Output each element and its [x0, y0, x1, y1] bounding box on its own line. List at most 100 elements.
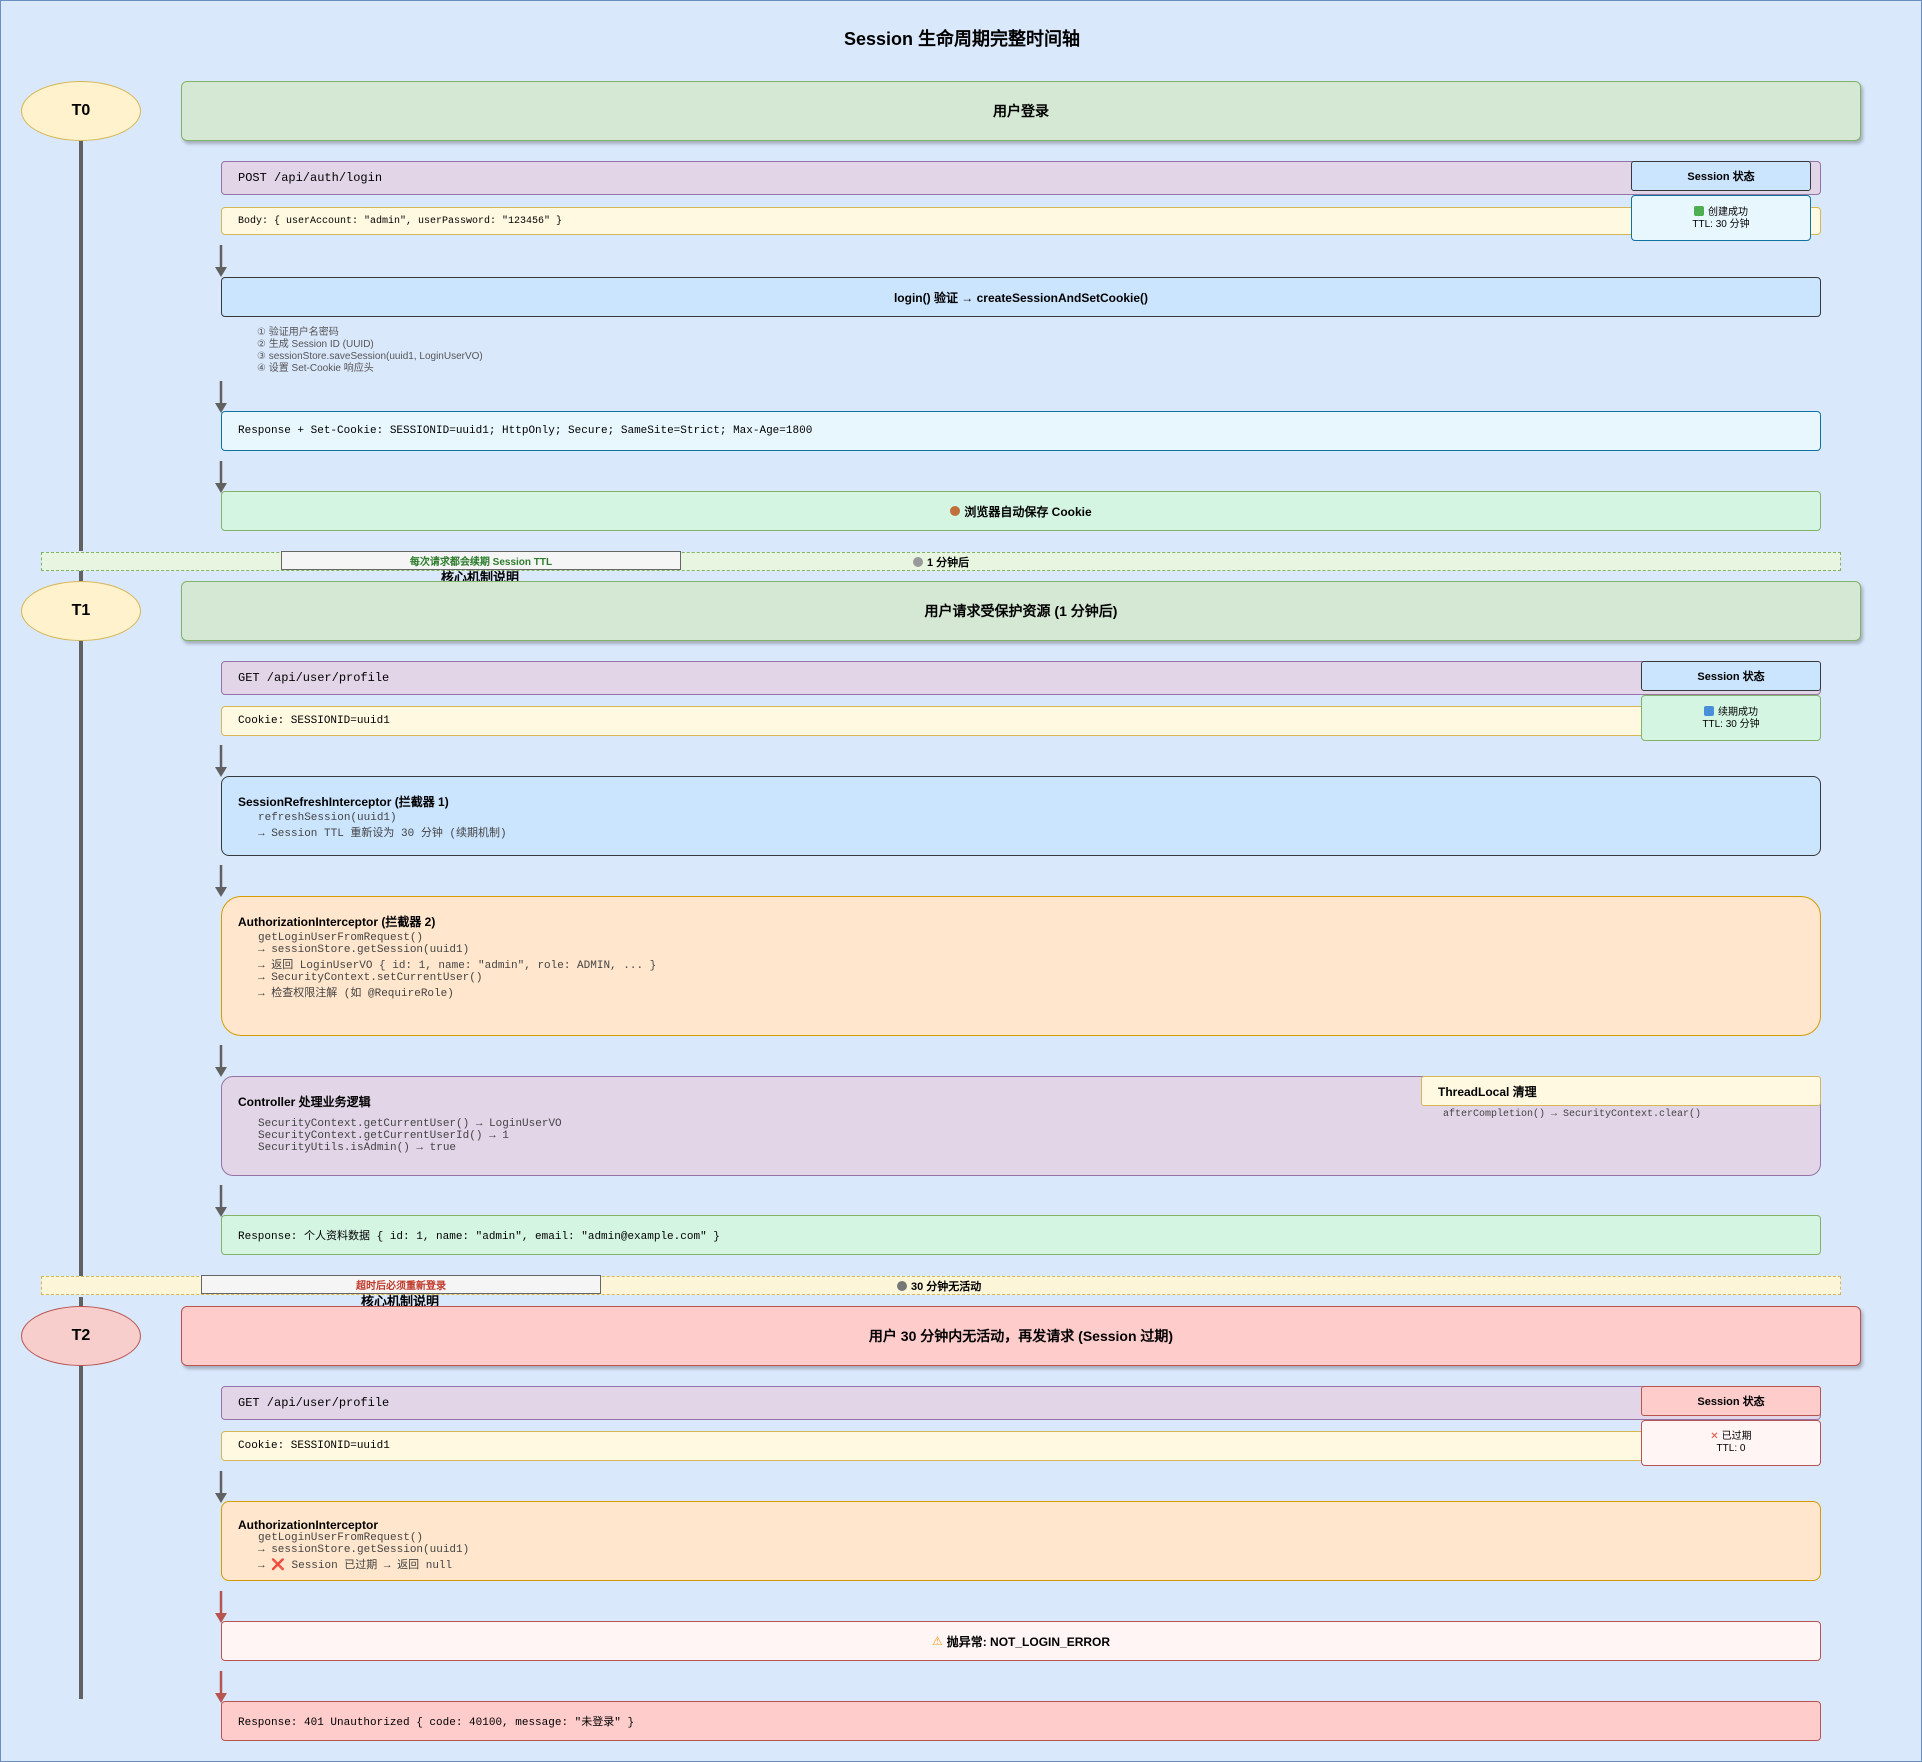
arrow-t1-1	[215, 745, 227, 777]
check-icon	[1694, 205, 1704, 216]
arrow-t2-1	[215, 1471, 227, 1503]
clock-icon	[913, 557, 923, 567]
t2-request-line: GET /api/user/profile	[221, 1386, 1821, 1420]
separator-2-label: 30 分钟无活动	[897, 1278, 981, 1294]
t0-step-4: ④ 设置 Set-Cookie 响应头	[257, 363, 374, 374]
t1-request-line: GET /api/user/profile	[221, 661, 1821, 695]
t0-login-service: login() 验证 → createSessionAndSetCookie()	[221, 277, 1821, 317]
t0-response-text: Response + Set-Cookie: SESSIONID=uuid1; …	[238, 425, 813, 437]
timeline-line-t1	[79, 571, 83, 1281]
t2-exception: ⚠ 抛异常: NOT_LOGIN_ERROR	[221, 1621, 1821, 1661]
t0-status-header-text: Session 状态	[1687, 171, 1755, 183]
t2-interceptor-line-2: → sessionStore.getSession(uuid1)	[258, 1544, 470, 1556]
timepoint-t0-label: T0	[71, 102, 91, 119]
t2-cookie-text: Cookie: SESSIONID=uuid1	[238, 1440, 390, 1452]
arrow-t0-1	[215, 245, 227, 277]
t1-interceptor1-line-2: → Session TTL 重新设为 30 分钟 (续期机制)	[258, 828, 507, 840]
t1-session-status-body: 续期成功 TTL: 30 分钟	[1641, 695, 1821, 741]
t1-interceptor2-line-5: → 检查权限注解 (如 @RequireRole)	[258, 988, 454, 1000]
diagram-canvas: Session 生命周期完整时间轴 T0 用户登录 POST /api/auth…	[0, 0, 1922, 1762]
phase-t2-expired: 用户 30 分钟内无活动，再发请求 (Session 过期)	[181, 1306, 1861, 1366]
t2-session-status-body: ✕ 已过期 TTL: 0	[1641, 1420, 1821, 1466]
phase-t1-label: 用户请求受保护资源 (1 分钟后)	[924, 603, 1118, 619]
t1-interceptor2-line-4: → SecurityContext.setCurrentUser()	[258, 972, 483, 984]
arrow-t1-3	[215, 1045, 227, 1077]
t2-request-cookie: Cookie: SESSIONID=uuid1	[221, 1431, 1821, 1461]
mechanism-note-timeout-text: 超时后必须重新登录	[356, 1281, 446, 1292]
phase-t0-label: 用户登录	[993, 103, 1049, 119]
t1-response: Response: 个人资料数据 { id: 1, name: "admin",…	[221, 1215, 1821, 1255]
t2-response: Response: 401 Unauthorized { code: 40100…	[221, 1701, 1821, 1741]
t1-interceptor2-title: AuthorizationInterceptor (拦截器 2)	[238, 915, 436, 929]
t1-status-header-text: Session 状态	[1697, 671, 1765, 683]
timeline-line-t0	[79, 141, 83, 551]
t0-request-body: Body: { userAccount: "admin", userPasswo…	[221, 207, 1821, 235]
mechanism-note-renew-text: 每次请求都会续期 Session TTL	[409, 557, 553, 568]
t1-status-line2: TTL: 30 分钟	[1702, 718, 1760, 730]
t2-interceptor-line-1: getLoginUserFromRequest()	[258, 1532, 424, 1544]
timepoint-t2-label: T2	[71, 1327, 91, 1344]
t2-request-text: GET /api/user/profile	[238, 1396, 390, 1410]
t0-status-line1: 创建成功	[1708, 206, 1748, 218]
t2-response-text: Response: 401 Unauthorized { code: 40100…	[238, 1717, 635, 1729]
timepoint-t2: T2	[21, 1306, 141, 1366]
t2-status-header-text: Session 状态	[1697, 1396, 1765, 1408]
t0-service-text: login() 验证 → createSessionAndSetCookie()	[893, 290, 1149, 305]
t0-step-2: ② 生成 Session ID (UUID)	[257, 339, 374, 350]
phase-t2-label: 用户 30 分钟内无活动，再发请求 (Session 过期)	[868, 1328, 1174, 1344]
t1-threadlocal-cleanup: ThreadLocal 清理	[1421, 1076, 1821, 1106]
t2-status-line1: 已过期	[1721, 1431, 1752, 1442]
t0-step-1: ① 验证用户名密码	[257, 327, 339, 338]
t1-threadlocal-title: ThreadLocal 清理	[1438, 1084, 1537, 1099]
arrow-t2-2	[215, 1591, 227, 1623]
cross-icon: ✕	[1710, 1431, 1719, 1442]
t0-status-line2: TTL: 30 分钟	[1692, 218, 1750, 230]
phase-t0-login: 用户登录	[181, 81, 1861, 141]
t0-response: Response + Set-Cookie: SESSIONID=uuid1; …	[221, 411, 1821, 451]
stopwatch-icon	[897, 1281, 907, 1291]
warning-icon: ⚠	[931, 1634, 943, 1648]
t1-threadlocal-line: afterCompletion() → SecurityContext.clea…	[1443, 1109, 1702, 1120]
t0-browser-text: 浏览器自动保存 Cookie	[964, 504, 1092, 519]
t1-request-text: GET /api/user/profile	[238, 671, 390, 685]
t0-step-3: ③ sessionStore.saveSession(uuid1, LoginU…	[257, 351, 483, 362]
cookie-icon	[950, 506, 961, 516]
t2-session-status-header: Session 状态	[1641, 1386, 1821, 1416]
timepoint-t1-label: T1	[71, 602, 91, 619]
t2-interceptor-title: AuthorizationInterceptor	[238, 1518, 378, 1532]
t2-exception-text: 抛异常: NOT_LOGIN_ERROR	[946, 1634, 1111, 1649]
timepoint-t1: T1	[21, 581, 141, 641]
t2-interceptor-line-3: → ❌ Session 已过期 → 返回 null	[258, 1560, 453, 1572]
arrow-t1-2	[215, 865, 227, 897]
separator-1-label: 1 分钟后	[913, 554, 969, 570]
t0-browser-save: 浏览器自动保存 Cookie	[221, 491, 1821, 531]
t1-cookie-text: Cookie: SESSIONID=uuid1	[238, 715, 390, 727]
t0-session-status-header: Session 状态	[1631, 161, 1811, 191]
t1-interceptor1-title: SessionRefreshInterceptor (拦截器 1)	[238, 795, 449, 809]
t0-session-status-body: 创建成功 TTL: 30 分钟	[1631, 195, 1811, 241]
arrow-t0-2	[215, 381, 227, 413]
t1-controller-line-2: SecurityContext.getCurrentUserId() → 1	[258, 1130, 509, 1142]
t1-request-cookie: Cookie: SESSIONID=uuid1	[221, 706, 1821, 736]
arrow-t0-3	[215, 461, 227, 493]
t1-interceptor2-line-3: → 返回 LoginUserVO { id: 1, name: "admin",…	[258, 960, 657, 972]
arrow-t1-4	[215, 1185, 227, 1217]
t1-interceptor2-line-2: → sessionStore.getSession(uuid1)	[258, 944, 470, 956]
t1-session-status-header: Session 状态	[1641, 661, 1821, 691]
phase-t1-request: 用户请求受保护资源 (1 分钟后)	[181, 581, 1861, 641]
t1-interceptor2-line-1: getLoginUserFromRequest()	[258, 932, 424, 944]
t1-authorization-interceptor: AuthorizationInterceptor (拦截器 2) getLogi…	[221, 896, 1821, 1036]
arrow-t2-3	[215, 1671, 227, 1703]
t2-authorization-interceptor: AuthorizationInterceptor getLoginUserFro…	[221, 1501, 1821, 1581]
t1-session-refresh-interceptor: SessionRefreshInterceptor (拦截器 1) refres…	[221, 776, 1821, 856]
timepoint-t0: T0	[21, 81, 141, 141]
diagram-title: Session 生命周期完整时间轴	[843, 29, 1081, 49]
t0-request-text: POST /api/auth/login	[238, 171, 383, 185]
separator-1-text: 1 分钟后	[927, 557, 970, 569]
separator-2-text: 30 分钟无活动	[911, 1281, 982, 1293]
t0-login-steps: ① 验证用户名密码 ② 生成 Session ID (UUID) ③ sessi…	[257, 327, 757, 375]
refresh-icon	[1704, 705, 1714, 716]
t1-status-line1: 续期成功	[1718, 706, 1758, 718]
t1-controller-line-3: SecurityUtils.isAdmin() → true	[258, 1142, 457, 1154]
t1-interceptor1-line-1: refreshSession(uuid1)	[258, 812, 397, 824]
